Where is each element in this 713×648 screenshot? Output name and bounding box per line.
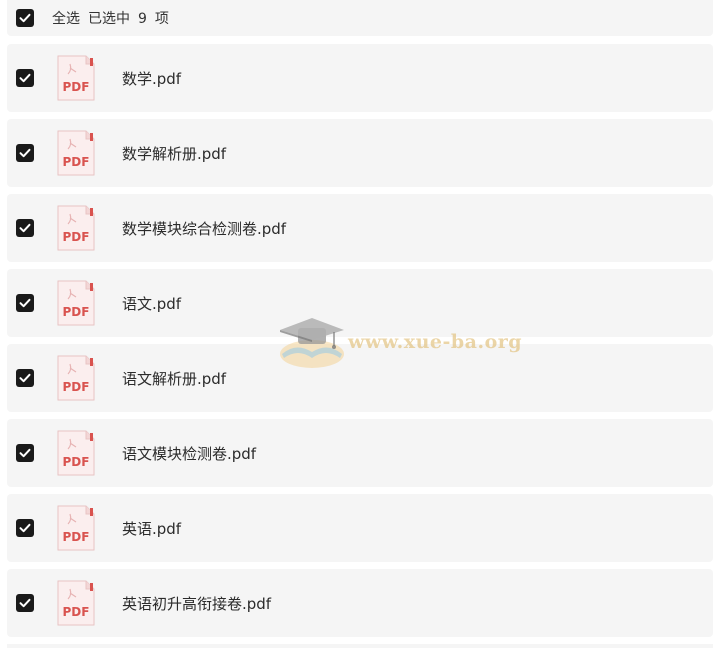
file-checkbox[interactable] xyxy=(16,444,34,462)
list-item[interactable]: PDF 英语初升高衔接卷.pdf xyxy=(7,569,713,637)
pdf-icon-label: PDF xyxy=(63,155,90,169)
pdf-icon-label: PDF xyxy=(63,530,90,544)
list-item[interactable]: PDF 数学解析册.pdf xyxy=(7,119,713,187)
file-checkbox[interactable] xyxy=(16,219,34,237)
file-checkbox[interactable] xyxy=(16,69,34,87)
checkmark-icon xyxy=(19,298,31,308)
pdf-icon-label: PDF xyxy=(63,380,90,394)
checkmark-icon xyxy=(19,373,31,383)
select-all-bar: 全选 已选中 9 项 xyxy=(7,0,713,36)
checkmark-icon xyxy=(19,13,31,23)
pdf-icon-label: PDF xyxy=(63,80,90,94)
selected-count: 9 xyxy=(138,11,147,27)
checkmark-icon xyxy=(19,148,31,158)
unit-label: 项 xyxy=(154,11,169,27)
list-item-partial xyxy=(7,644,713,648)
checkmark-icon xyxy=(19,448,31,458)
checkmark-icon xyxy=(19,523,31,533)
pdf-icon: PDF xyxy=(56,579,96,627)
checkmark-icon xyxy=(19,598,31,608)
checkmark-icon xyxy=(19,73,31,83)
pdf-icon: PDF xyxy=(56,429,96,477)
list-item[interactable]: PDF 数学模块综合检测卷.pdf xyxy=(7,194,713,262)
file-select-panel: 全选 已选中 9 项 PDF 数学.pdf PDF 数学解析册.pdf PDF 数学模块综合检测… xyxy=(0,0,713,648)
pdf-icon: PDF xyxy=(56,54,96,102)
file-name[interactable]: 数学.pdf xyxy=(122,68,181,89)
file-checkbox[interactable] xyxy=(16,594,34,612)
file-name[interactable]: 数学解析册.pdf xyxy=(122,143,226,164)
list-item[interactable]: PDF 数学.pdf xyxy=(7,44,713,112)
file-name[interactable]: 英语.pdf xyxy=(122,518,181,539)
file-checkbox[interactable] xyxy=(16,144,34,162)
file-checkbox[interactable] xyxy=(16,369,34,387)
file-name[interactable]: 语文解析册.pdf xyxy=(122,368,226,389)
pdf-icon-label: PDF xyxy=(63,230,90,244)
selection-summary: 全选 已选中 9 项 xyxy=(52,8,177,28)
file-name[interactable]: 语文模块检测卷.pdf xyxy=(122,443,256,464)
pdf-icon-label: PDF xyxy=(63,605,90,619)
list-item[interactable]: PDF 英语.pdf xyxy=(7,494,713,562)
pdf-icon: PDF xyxy=(56,279,96,327)
pdf-icon-label: PDF xyxy=(63,305,90,319)
select-all-label[interactable]: 全选 xyxy=(52,11,80,27)
checkmark-icon xyxy=(19,223,31,233)
file-name[interactable]: 数学模块综合检测卷.pdf xyxy=(122,218,286,239)
file-checkbox[interactable] xyxy=(16,519,34,537)
file-name[interactable]: 语文.pdf xyxy=(122,293,181,314)
file-name[interactable]: 英语初升高衔接卷.pdf xyxy=(122,593,271,614)
select-all-checkbox[interactable] xyxy=(16,9,34,27)
pdf-icon: PDF xyxy=(56,504,96,552)
pdf-icon-label: PDF xyxy=(63,455,90,469)
list-item[interactable]: PDF 语文模块检测卷.pdf xyxy=(7,419,713,487)
pdf-icon: PDF xyxy=(56,129,96,177)
list-item[interactable]: PDF 语文.pdf xyxy=(7,269,713,337)
pdf-icon: PDF xyxy=(56,354,96,402)
file-list: PDF 数学.pdf PDF 数学解析册.pdf PDF 数学模块综合检测卷.pdf PDF… xyxy=(7,44,713,644)
pdf-icon: PDF xyxy=(56,204,96,252)
selected-label: 已选中 xyxy=(88,11,130,27)
file-checkbox[interactable] xyxy=(16,294,34,312)
list-item[interactable]: PDF 语文解析册.pdf xyxy=(7,344,713,412)
